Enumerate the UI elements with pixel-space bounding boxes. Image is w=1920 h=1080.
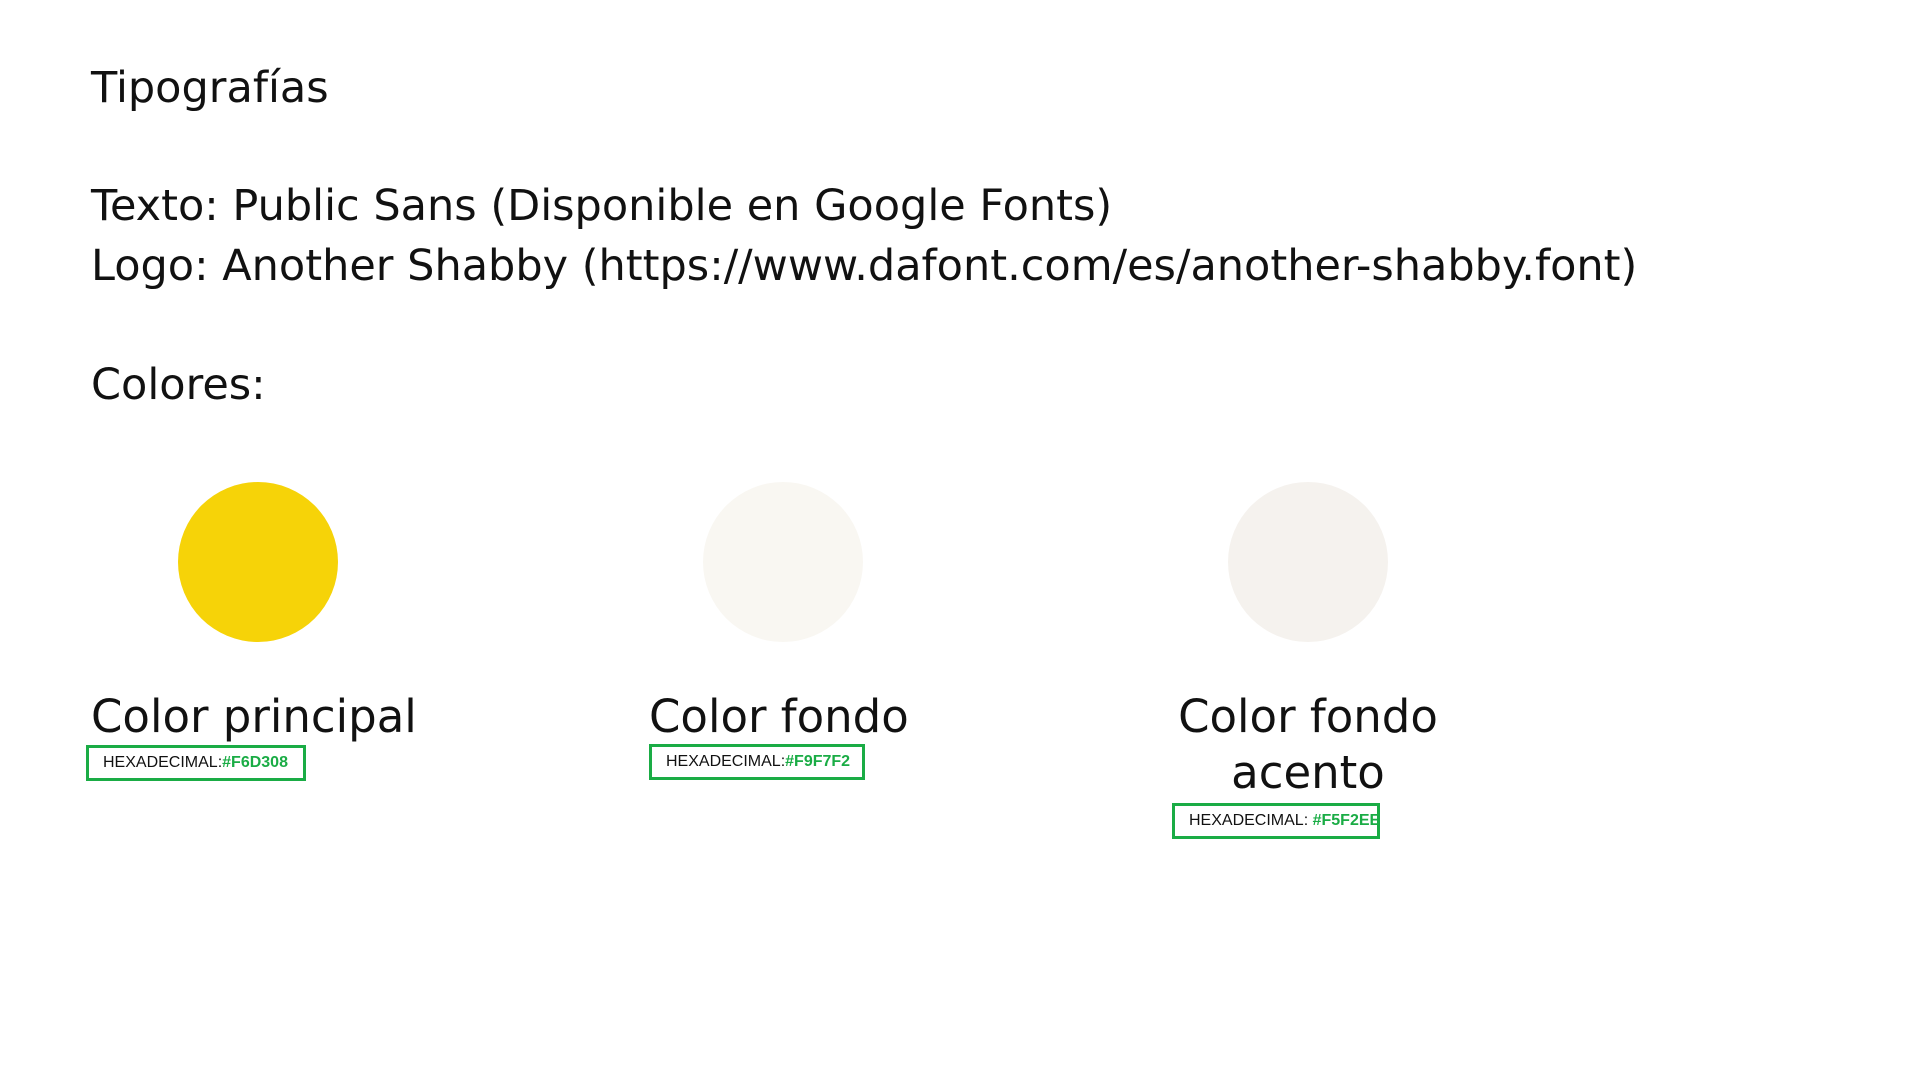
hex-value: #F5F2EE (1312, 812, 1381, 829)
color-swatch-fondo (703, 482, 863, 642)
page-title: Tipografías (91, 63, 329, 113)
hex-code-box-fondo: HEXADECIMAL:#F9F7F2 (649, 744, 865, 780)
color-name-principal: Color principal (91, 690, 417, 743)
hex-label: HEXADECIMAL: (1189, 812, 1313, 829)
color-swatch-fondo-acento (1228, 482, 1388, 642)
color-name-fondo-acento: Color fondo acento (1178, 690, 1438, 799)
color-swatch-principal (178, 482, 338, 642)
hex-value: #F9F7F2 (785, 753, 851, 770)
typography-logo-font: Logo: Another Shabby (https://www.dafont… (91, 241, 1638, 291)
hex-label: HEXADECIMAL: (103, 754, 223, 771)
hex-value: #F6D308 (222, 754, 288, 771)
hex-label: HEXADECIMAL: (666, 753, 786, 770)
colors-section-title: Colores: (91, 360, 266, 410)
hex-code-box-fondo-acento: HEXADECIMAL: #F5F2EE (1172, 803, 1380, 839)
typography-text-font: Texto: Public Sans (Disponible en Google… (91, 181, 1113, 231)
hex-code-box-principal: HEXADECIMAL:#F6D308 (86, 745, 306, 781)
color-name-fondo: Color fondo (649, 690, 909, 743)
